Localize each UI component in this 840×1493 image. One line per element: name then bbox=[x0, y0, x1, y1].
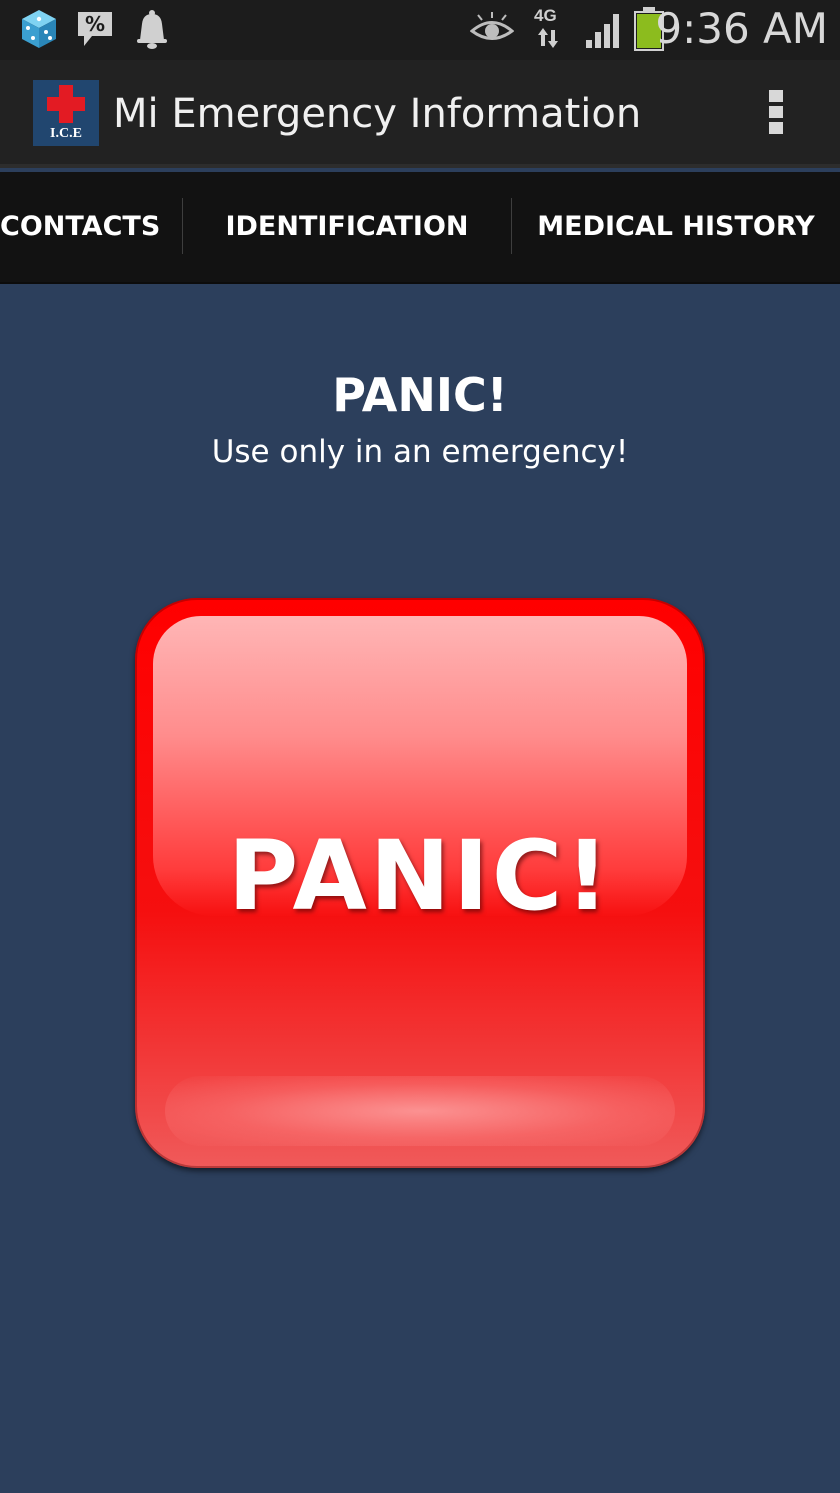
overflow-menu-icon[interactable] bbox=[765, 90, 787, 142]
page-title: PANIC! bbox=[332, 368, 508, 422]
panic-button[interactable]: PANIC! bbox=[135, 598, 705, 1168]
tab-bar: CONTACTS IDENTIFICATION MEDICAL HISTORY bbox=[0, 172, 840, 284]
tab-identification[interactable]: IDENTIFICATION bbox=[200, 172, 494, 282]
app-logo-text: I.C.E bbox=[50, 126, 82, 141]
eye-icon bbox=[469, 12, 515, 51]
dice-icon bbox=[20, 8, 58, 55]
percent-chat-icon: % bbox=[74, 8, 116, 55]
svg-text:%: % bbox=[85, 12, 105, 36]
clock-time: 9:36 AM bbox=[655, 4, 828, 53]
bell-icon bbox=[134, 8, 170, 55]
button-gloss-reflection bbox=[165, 1076, 675, 1146]
network-arrows-icon bbox=[537, 28, 559, 53]
network-type-label: 4G bbox=[534, 6, 557, 25]
app-logo-icon[interactable]: I.C.E bbox=[33, 80, 99, 146]
tab-medical-history[interactable]: MEDICAL HISTORY bbox=[530, 172, 822, 282]
tab-divider bbox=[182, 198, 183, 254]
tab-divider bbox=[511, 198, 512, 254]
signal-icon bbox=[584, 10, 624, 55]
tab-contacts[interactable]: CONTACTS bbox=[0, 172, 160, 282]
action-bar: I.C.E Mi Emergency Information bbox=[0, 60, 840, 168]
app-title: Mi Emergency Information bbox=[113, 91, 642, 137]
page-subtitle: Use only in an emergency! bbox=[211, 434, 629, 470]
panic-button-label: PANIC! bbox=[227, 820, 613, 932]
status-bar: % 4G 9:36 AM bbox=[0, 0, 840, 60]
